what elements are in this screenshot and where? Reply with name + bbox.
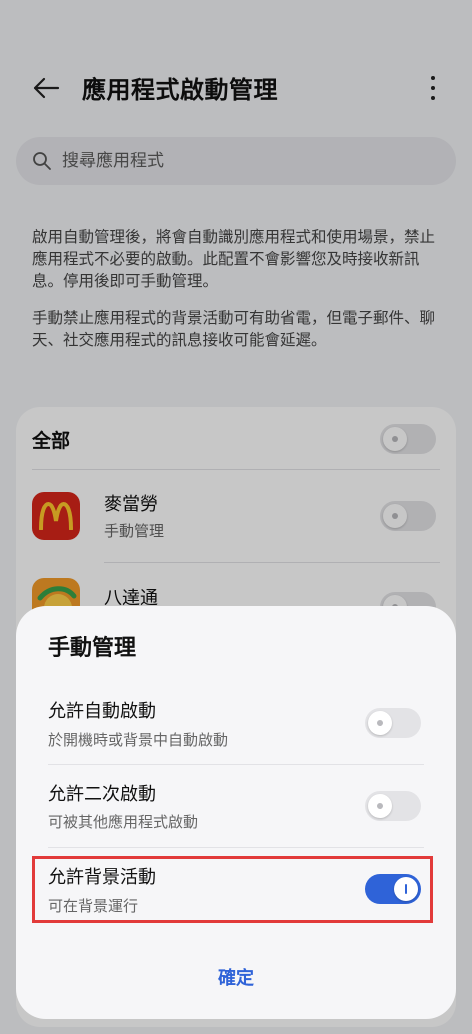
option-label-auto-launch: 允許自動啟動	[48, 701, 156, 722]
divider	[48, 847, 424, 848]
confirm-button[interactable]: 確定	[176, 955, 296, 999]
switch-secondary-launch[interactable]	[365, 791, 421, 821]
sheet-title: 手動管理	[48, 636, 137, 661]
option-label-secondary-launch: 允許二次啟動	[48, 784, 156, 805]
option-sub-auto-launch: 於開機時或背景中自動啟動	[48, 731, 229, 749]
switch-auto-launch[interactable]	[365, 708, 421, 738]
highlight-box	[32, 856, 433, 923]
app-launch-settings-page: 應用程式啟動管理 啟用自動管理後，將會自動識別應用程式和使用場景，禁止應用程式不…	[0, 0, 472, 1034]
switch-knob	[368, 794, 392, 818]
divider	[48, 764, 424, 765]
switch-knob	[368, 711, 392, 735]
option-sub-secondary-launch: 可被其他應用程式啟動	[48, 813, 199, 831]
